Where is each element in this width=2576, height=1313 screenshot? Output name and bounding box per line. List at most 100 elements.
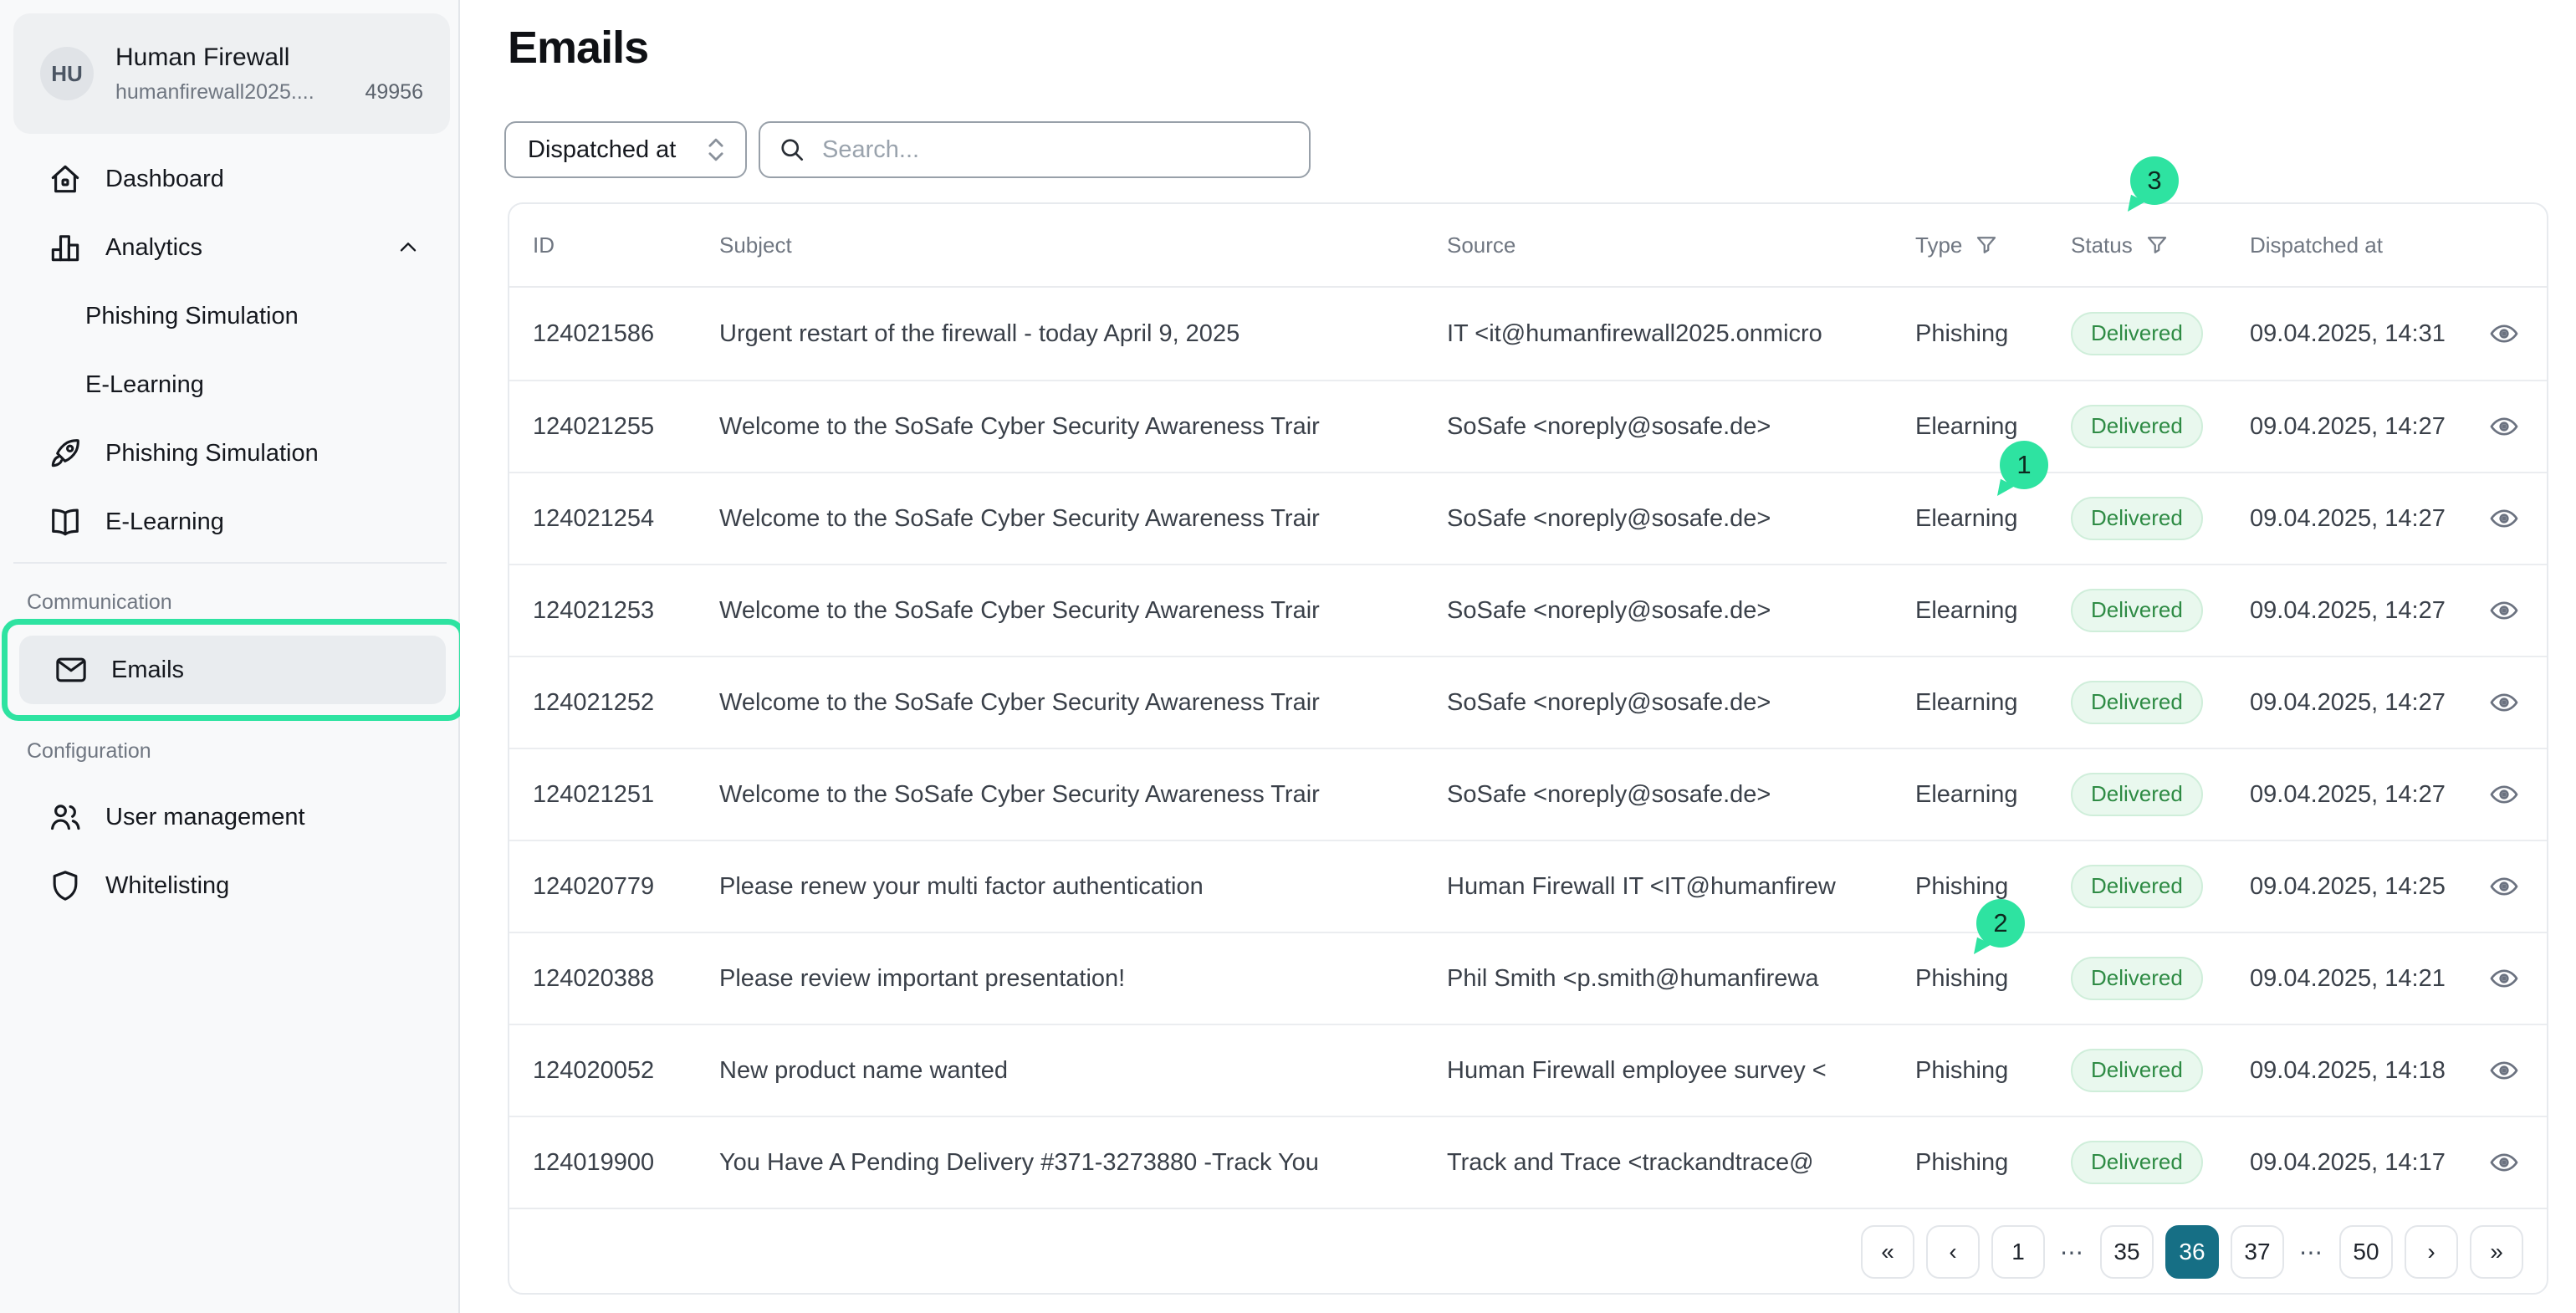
table-row[interactable]: 124021253 Welcome to the SoSafe Cyber Se… [509,564,2547,656]
mail-icon [53,651,89,688]
cell-type: Phishing [1915,320,2071,348]
cell-id: 124021586 [533,320,719,348]
eye-icon [2488,963,2520,994]
profile-org: humanfirewall2025.... [115,80,314,105]
cell-status: Delivered [2071,773,2250,815]
cell-id: 124019900 [533,1149,719,1177]
view-email-button[interactable] [2485,867,2523,906]
view-email-button[interactable] [2485,499,2523,538]
page-button-35[interactable]: 35 [2100,1225,2154,1279]
status-filter-button[interactable] [2144,232,2170,258]
section-label-communication: Communication [27,590,172,615]
cell-dispatched-at: 09.04.2025, 14:18 [2250,1057,2484,1085]
cell-dispatched-at: 09.04.2025, 14:27 [2250,597,2484,625]
cell-status: Delivered [2071,497,2250,539]
table-row[interactable]: 124021252 Welcome to the SoSafe Cyber Se… [509,656,2547,748]
sidebar-item-analytics-e-learning[interactable]: E-Learning [0,350,458,419]
table-row[interactable]: 124021254 Welcome to the SoSafe Cyber Se… [509,472,2547,564]
view-email-button[interactable] [2485,775,2523,814]
view-email-button[interactable] [2485,1143,2523,1182]
type-filter-button[interactable] [1974,232,1999,258]
eye-icon [2488,687,2520,718]
page-button-37[interactable]: 37 [2231,1225,2284,1279]
pagination: «‹1⋯353637⋯50›» [509,1208,2547,1295]
pagination-next[interactable]: › [2405,1225,2458,1279]
column-header-id: ID [533,232,719,258]
sidebar-item-phishing-simulation[interactable]: Phishing Simulation [0,419,458,488]
profile-card[interactable]: HU Human Firewall humanfirewall2025.... … [13,13,450,134]
cell-status: Delivered [2071,681,2250,723]
sort-select-value: Dispatched at [528,136,676,164]
table-row[interactable]: 124020779 Please renew your multi factor… [509,840,2547,932]
cell-source: SoSafe <noreply@sosafe.de> [1447,689,1915,717]
eye-icon [2488,1147,2520,1178]
table-row[interactable]: 124020052 New product name wanted Human … [509,1024,2547,1116]
cell-status: Delivered [2071,865,2250,907]
status-badge: Delivered [2071,865,2203,907]
cell-id: 124021255 [533,413,719,441]
sidebar-item-whitelisting[interactable]: Whitelisting [0,851,458,920]
page-button-50[interactable]: 50 [2339,1225,2393,1279]
section-label-configuration: Configuration [27,739,151,764]
pagination-first[interactable]: « [1861,1225,1914,1279]
sidebar-item-analytics[interactable]: Analytics [0,213,458,282]
table-row[interactable]: 124021255 Welcome to the SoSafe Cyber Se… [509,380,2547,472]
annotation-badge-1: 1 [2000,441,2048,489]
cell-actions [2484,591,2523,630]
pagination-prev[interactable]: ‹ [1926,1225,1980,1279]
table-row[interactable]: 124021251 Welcome to the SoSafe Cyber Se… [509,748,2547,840]
status-badge: Delivered [2071,589,2203,631]
sidebar-item-label: Whitelisting [105,872,229,900]
page-button-36[interactable]: 36 [2165,1225,2219,1279]
book-icon [47,503,84,540]
status-badge: Delivered [2071,681,2203,723]
view-email-button[interactable] [2485,314,2523,353]
page-title: Emails [508,22,648,74]
cell-id: 124021253 [533,597,719,625]
eye-icon [2488,1055,2520,1086]
page-button-1[interactable]: 1 [1991,1225,2045,1279]
cell-actions [2484,683,2523,722]
cell-subject: Please review important presentation! [719,965,1447,993]
view-email-button[interactable] [2485,407,2523,446]
sidebar-item-dashboard[interactable]: Dashboard [0,145,458,213]
annotation-badge-3: 3 [2130,156,2179,205]
cell-source: SoSafe <noreply@sosafe.de> [1447,597,1915,625]
cell-id: 124020052 [533,1057,719,1085]
sidebar-item-emails[interactable]: Emails [19,636,446,704]
column-header-source: Source [1447,232,1915,258]
view-email-button[interactable] [2485,683,2523,722]
cell-type: Elearning [1915,597,2071,625]
table-row[interactable]: 124021586 Urgent restart of the firewall… [509,288,2547,380]
cell-id: 124020388 [533,965,719,993]
sidebar-item-label: E-Learning [105,508,224,536]
table-row[interactable]: 124019900 You Have A Pending Delivery #3… [509,1116,2547,1208]
status-badge: Delivered [2071,497,2203,539]
table-row[interactable]: 124020388 Please review important presen… [509,932,2547,1024]
up-down-chevrons-icon [705,134,727,166]
search-box[interactable] [759,121,1311,178]
cell-id: 124020779 [533,873,719,901]
search-input[interactable] [820,135,1292,165]
sidebar-item-user-management[interactable]: User management [0,783,458,851]
cell-status: Delivered [2071,312,2250,355]
sidebar-item-e-learning[interactable]: E-Learning [0,488,458,556]
pagination-dots: ⋯ [2057,1239,2088,1266]
search-icon [777,135,807,165]
sidebar-item-label: Dashboard [105,166,224,193]
eye-icon [2488,871,2520,902]
main-content: Emails Dispatched at ID Subject Source T… [460,0,2576,1313]
view-email-button[interactable] [2485,591,2523,630]
cell-type: Phishing [1915,1057,2071,1085]
sort-select[interactable]: Dispatched at [504,121,747,178]
pagination-last[interactable]: » [2470,1225,2523,1279]
column-header-label: Type [1915,232,1962,258]
eye-icon [2488,779,2520,810]
analytics-icon [47,229,84,266]
view-email-button[interactable] [2485,1051,2523,1090]
view-email-button[interactable] [2485,959,2523,998]
cell-dispatched-at: 09.04.2025, 14:17 [2250,1149,2484,1177]
sidebar-item-analytics-phishing-simulation[interactable]: Phishing Simulation [0,282,458,350]
cell-source: SoSafe <noreply@sosafe.de> [1447,505,1915,533]
annotation-rect-emails: Emails [2,619,465,721]
